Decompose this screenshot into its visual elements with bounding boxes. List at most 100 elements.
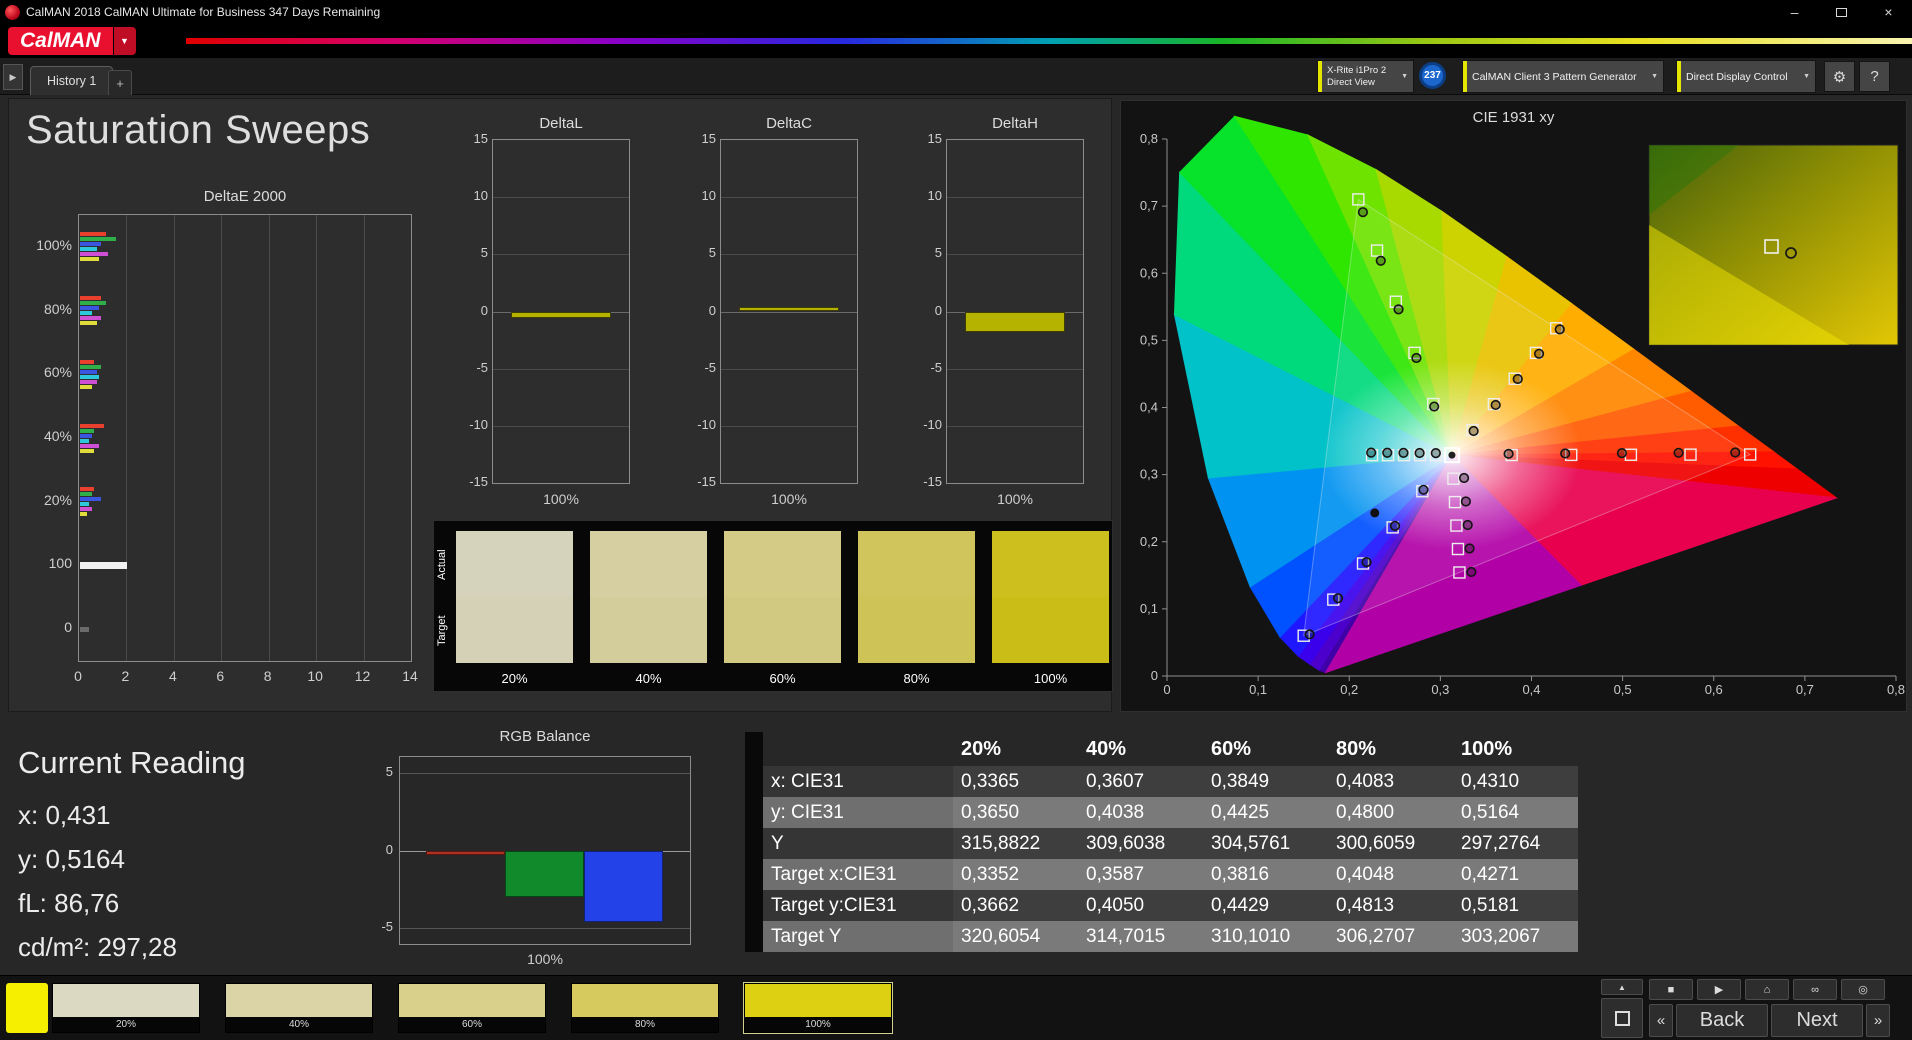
gridline: [721, 254, 857, 255]
collapse-panel-button[interactable]: ▶: [3, 64, 23, 90]
play-button[interactable]: ▶: [1697, 979, 1741, 1000]
y-axis-label: -5: [365, 919, 393, 934]
gridline: [316, 215, 317, 661]
meter-count-badge[interactable]: 237: [1419, 62, 1446, 89]
y-axis-label: 5: [365, 764, 393, 779]
deltae-bar: [80, 449, 94, 453]
x-axis-label: 14: [396, 668, 424, 684]
gridline: [221, 215, 222, 661]
table-cell: 0,4271: [1453, 859, 1578, 890]
deltae-bar: [80, 385, 92, 389]
y-axis-label: 60%: [30, 364, 72, 380]
table-cell: 304,5761: [1203, 828, 1328, 859]
y-axis-label: -15: [690, 474, 716, 489]
minimize-button[interactable]: –: [1771, 0, 1818, 24]
app-icon: [5, 5, 20, 20]
x-axis-label: 0,1: [1249, 682, 1267, 697]
gridline: [493, 369, 629, 370]
header-bar: CalMAN ▼: [0, 24, 1912, 58]
column-header: 80%: [1328, 738, 1453, 761]
y-axis-label: 0: [30, 619, 72, 635]
deltae-bar: [80, 562, 127, 569]
x-axis-label: 100%: [399, 951, 691, 967]
y-axis-label: 0,3: [1140, 467, 1158, 482]
table-row[interactable]: Target Y320,6054314,7015310,1010306,2707…: [745, 921, 1578, 952]
cie-measured-marker: [1469, 427, 1478, 436]
pattern-patch-button[interactable]: 40%: [225, 983, 373, 1033]
next-chevron-button[interactable]: »: [1866, 1004, 1890, 1037]
deltae-bar: [80, 321, 97, 325]
deltac-chart: DeltaC 100% 151050-5-10-15: [690, 115, 868, 525]
table-cell: 0,4310: [1453, 766, 1578, 797]
deltae-bar: [80, 507, 92, 511]
pattern-source-dropdown[interactable]: CalMAN Client 3 Pattern Generator ▼: [1462, 60, 1664, 93]
display-label: Direct Display Control: [1681, 71, 1788, 83]
column-header: 60%: [1203, 738, 1328, 761]
cie-measured-marker: [1376, 256, 1385, 265]
table-row[interactable]: Target x:CIE310,33520,35870,38160,40480,…: [745, 859, 1578, 890]
back-chevron-button[interactable]: «: [1649, 1004, 1673, 1037]
settings-button[interactable]: ⚙: [1824, 61, 1855, 92]
table-cell: 314,7015: [1078, 921, 1203, 952]
loop-button[interactable]: ∞: [1793, 979, 1837, 1000]
y-axis-label: 0,1: [1140, 601, 1158, 616]
current-reading: Current Reading x: 0,431 y: 0,5164 fL: 8…: [18, 745, 358, 980]
patch-color: [745, 984, 891, 1019]
pattern-patch-button[interactable]: 60%: [398, 983, 546, 1033]
actual-vs-target-strip: Actual Target 20%40%60%80%100%: [433, 520, 1113, 692]
gridline: [721, 369, 857, 370]
pattern-patch-button[interactable]: 20%: [52, 983, 200, 1033]
target-patch: [992, 597, 1109, 663]
calman-logo-menu[interactable]: CalMAN ▼: [8, 27, 136, 55]
table-row[interactable]: y: CIE310,36500,40380,44250,48000,5164: [745, 797, 1578, 828]
pattern-window-button[interactable]: [1601, 998, 1643, 1038]
pattern-bar: ▲ ■ ▶ ⌂ ∞ ◎ « Back Next » 20% 40% 60% 80% 10…: [0, 975, 1912, 1040]
patch-color: [53, 984, 199, 1019]
table-cell: 0,4050: [1078, 890, 1203, 921]
display-control-dropdown[interactable]: Direct Display Control ▼: [1676, 60, 1816, 93]
y-axis-label: 0,8: [1140, 131, 1158, 146]
table-row[interactable]: Y315,8822309,6038304,5761300,6059297,276…: [745, 828, 1578, 859]
patch-label: 100%: [745, 1017, 891, 1032]
table-cell: 0,4048: [1328, 859, 1453, 890]
table-row[interactable]: x: CIE310,33650,36070,38490,40830,4310: [745, 766, 1578, 797]
help-button[interactable]: ?: [1859, 61, 1890, 92]
table-cell: 0,3849: [1203, 766, 1328, 797]
close-button[interactable]: ×: [1865, 0, 1912, 24]
pattern-patch-button[interactable]: 80%: [571, 983, 719, 1033]
meter-dropdown[interactable]: X-Rite i1Pro 2 Direct View ▼: [1317, 60, 1414, 93]
maximize-button[interactable]: [1818, 0, 1865, 24]
calman-app: CalMAN 2018 CalMAN Ultimate for Business…: [0, 0, 1912, 1040]
back-button[interactable]: Back: [1676, 1004, 1768, 1037]
x-axis-label: 0,2: [1340, 682, 1358, 697]
deltae-bar: [80, 512, 87, 516]
add-tab-button[interactable]: +: [108, 70, 132, 95]
tab-history-1[interactable]: History 1: [30, 66, 113, 95]
y-axis-label: 0: [462, 303, 488, 318]
deltae-bar: [80, 424, 104, 428]
table-cell: 320,6054: [953, 921, 1078, 952]
y-axis-label: 20%: [30, 492, 72, 508]
pattern-patch-button[interactable]: 100%: [744, 983, 892, 1033]
meter-line1: X-Rite i1Pro 2: [1327, 65, 1386, 76]
chart-title: DeltaE 2000: [78, 188, 412, 205]
cie-measured-marker: [1430, 402, 1439, 411]
next-button[interactable]: Next: [1771, 1004, 1863, 1037]
table-cell: 300,6059: [1328, 828, 1453, 859]
stop-button[interactable]: ■: [1649, 979, 1693, 1000]
row-handle: [745, 890, 763, 921]
home-button[interactable]: ⌂: [1745, 979, 1789, 1000]
actual-patch: [992, 531, 1109, 597]
square-icon: [1615, 1011, 1630, 1026]
eject-button[interactable]: ▲: [1601, 979, 1643, 995]
row-label: Y: [763, 828, 953, 859]
logo-dropdown-icon[interactable]: ▼: [114, 27, 136, 55]
table-row[interactable]: Target y:CIE310,36620,40500,44290,48130,…: [745, 890, 1578, 921]
table-cell: 0,4083: [1328, 766, 1453, 797]
y-axis-label: 0: [1151, 668, 1158, 683]
cie-measured-marker: [1394, 305, 1403, 314]
target-button[interactable]: ◎: [1841, 979, 1885, 1000]
row-handle: [745, 859, 763, 890]
chevron-down-icon: ▼: [1803, 73, 1815, 80]
row-handle: [745, 921, 763, 952]
